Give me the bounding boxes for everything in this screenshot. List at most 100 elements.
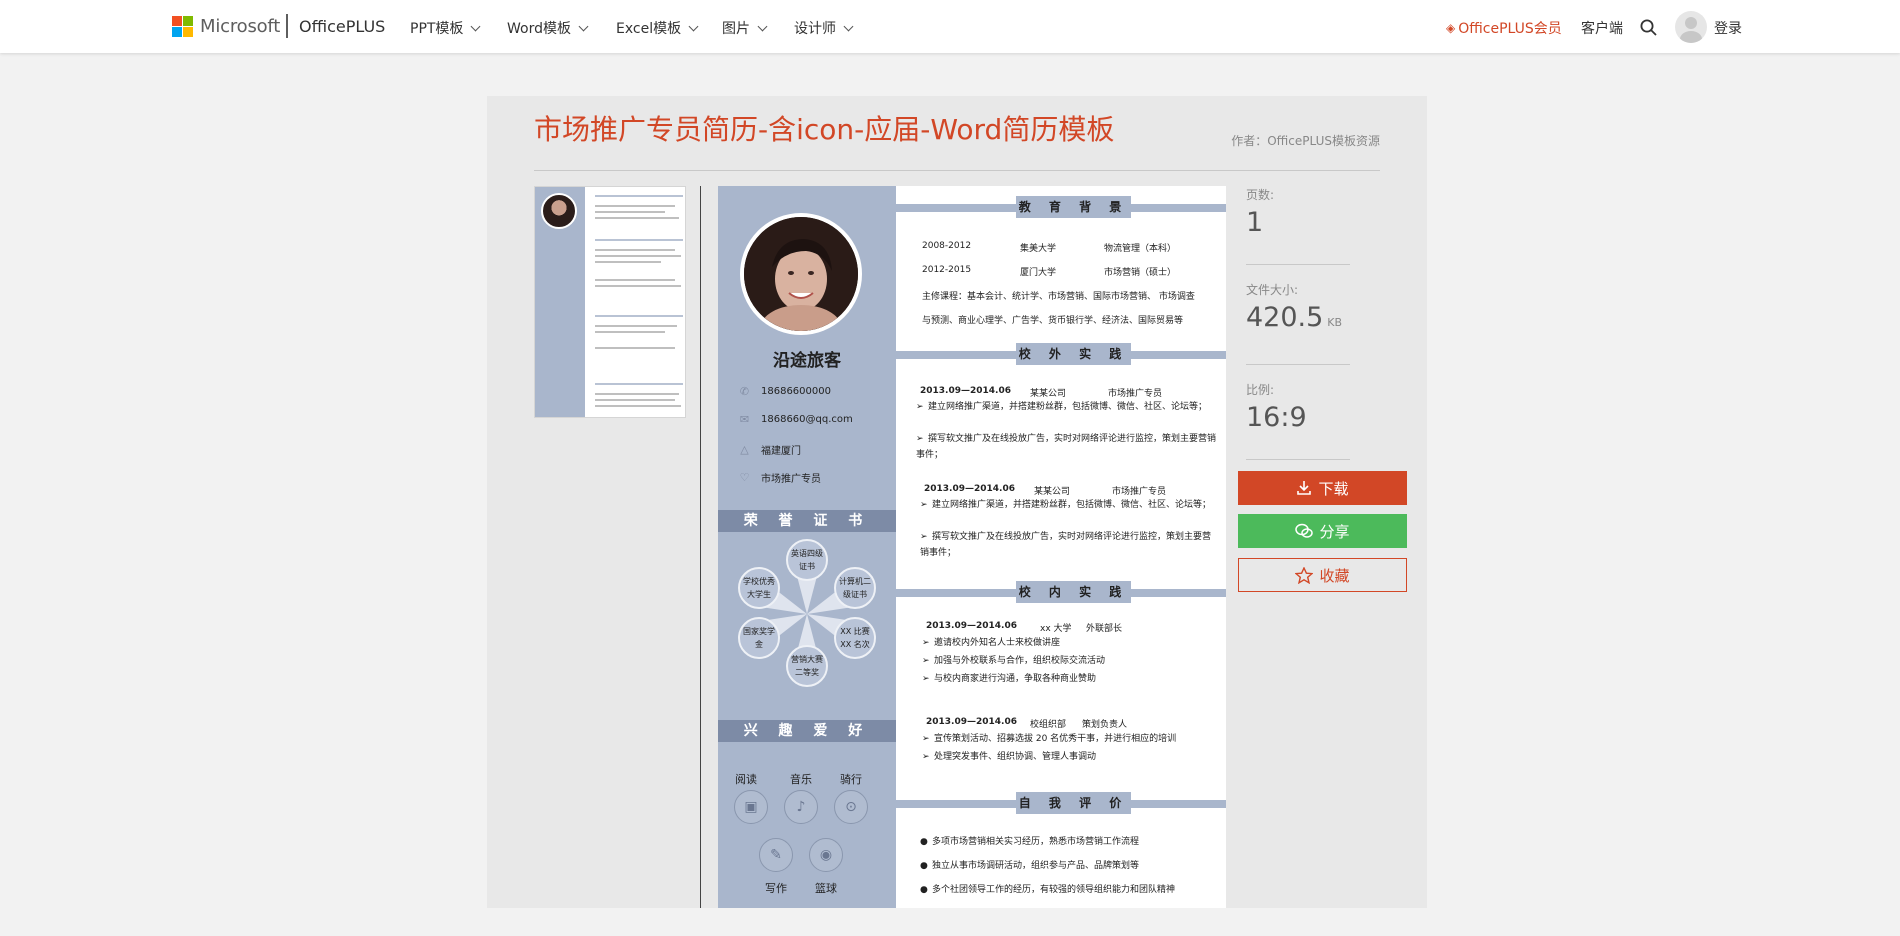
hobby-label: 篮球	[815, 882, 837, 895]
section-title: 校 内 实 践	[1016, 581, 1131, 603]
page-title: 市场推广专员简历-含icon-应届-Word简历模板	[534, 113, 1115, 146]
contact-text: 福建厦门	[761, 446, 801, 457]
nav-label: PPT模板	[410, 21, 464, 37]
honor-item: 学校优秀大学生	[738, 567, 780, 609]
contact-text: 18686600000	[761, 386, 831, 397]
brand-microsoft[interactable]: Microsoft	[200, 16, 280, 37]
contact-location: △ 福建厦门	[738, 442, 801, 457]
wechat-icon	[1295, 523, 1314, 538]
vip-membership-link[interactable]: ◈ OfficePLUS会员	[1446, 18, 1562, 38]
thumbnail-line	[595, 399, 675, 401]
edu-major: 市场营销（硕士）	[1104, 268, 1177, 278]
practice-item: ➢ 处理突发事件、组织协调、管理人事调动	[922, 752, 1097, 762]
practice-role: 外联部长	[1086, 624, 1123, 634]
login-link[interactable]: 登录	[1714, 18, 1742, 38]
file-size-value: 420.5	[1246, 302, 1324, 333]
file-size-unit: KB	[1327, 316, 1343, 329]
share-button[interactable]: 分享	[1238, 514, 1407, 548]
nav-images[interactable]: 图片	[722, 18, 768, 38]
nav-label: Word模板	[507, 21, 571, 37]
contact-text: 市场推广专员	[761, 474, 821, 485]
thumbnail-line	[595, 239, 683, 241]
hobby-label: 写作	[765, 882, 787, 895]
microsoft-logo[interactable]	[172, 16, 193, 37]
practice-org: xx 大学	[1040, 624, 1072, 634]
thumbnail-divider	[700, 186, 701, 908]
section-title: 校 外 实 践	[1016, 343, 1131, 365]
edu-school: 集美大学	[1020, 244, 1057, 254]
thumbnail-photo	[541, 193, 577, 229]
self-eval-item: ● 独立从事市场调研活动，组织参与产品、品牌策划等	[920, 861, 1140, 871]
thumbnail-line	[595, 261, 661, 263]
hobby-label: 音乐	[790, 773, 812, 786]
location-icon: △	[740, 443, 749, 456]
mail-icon: ✉	[739, 413, 750, 426]
favorite-button[interactable]: 收藏	[1238, 558, 1407, 592]
avatar[interactable]	[1675, 11, 1707, 43]
edu-major: 物流管理（本科）	[1104, 244, 1177, 254]
meta-divider	[1246, 459, 1350, 460]
thumbnail-line	[595, 383, 683, 385]
thumbnail-line	[595, 331, 665, 333]
self-eval-item: ● 多项市场营销相关实习经历，熟悉市场营销工作流程	[920, 837, 1140, 847]
nav-word-templates[interactable]: Word模板	[507, 18, 589, 38]
client-download-link[interactable]: 客户端	[1581, 18, 1623, 38]
honors-heading: 荣 誉 证 书	[718, 510, 896, 532]
share-label: 分享	[1319, 522, 1350, 541]
nav-excel-templates[interactable]: Excel模板	[616, 18, 699, 38]
ball-icon: ◉	[809, 838, 843, 872]
diamond-icon: ◈	[1446, 21, 1456, 35]
bike-icon: ⊙	[834, 790, 868, 824]
practice-period: 2013.09—2014.06	[924, 484, 1015, 494]
practice-item: ➢ 邀请校内外知名人士来校做讲座	[922, 638, 1061, 648]
search-icon[interactable]	[1640, 19, 1657, 36]
external-heading: 校 外 实 践	[896, 343, 1226, 365]
edu-school: 厦门大学	[1020, 268, 1057, 278]
practice-company: 某某公司	[1030, 389, 1067, 399]
practice-item: ➢ 加强与外校联系与合作，组织校际交流活动	[922, 656, 1106, 666]
contact-email: ✉ 1868660@qq.com	[738, 413, 853, 426]
nav-designers[interactable]: 设计师	[794, 18, 854, 38]
edu-courses: 主修课程：基本会计、统计学、市场营销、国际市场营销、 市场调查	[922, 292, 1195, 302]
practice-period: 2013.09—2014.06	[920, 386, 1011, 396]
honor-item: 营销大赛二等奖	[786, 645, 828, 687]
nav-ppt-templates[interactable]: PPT模板	[410, 18, 481, 38]
thumbnail-line	[595, 217, 679, 219]
section-title: 教 育 背 景	[1016, 196, 1131, 218]
education-heading: 教 育 背 景	[896, 196, 1226, 218]
pages-label: 页数:	[1246, 188, 1275, 202]
practice-period: 2013.09—2014.06	[926, 717, 1017, 727]
practice-period: 2013.09—2014.06	[926, 621, 1017, 631]
page-thumbnail[interactable]	[534, 186, 686, 418]
practice-item: ➢ 建立网络推广渠道，并搭建粉丝群，包括微博、微信、社区、论坛等；	[916, 402, 1208, 412]
resume-sidebar: 沿途旅客 ✆ 18686600000 ✉ 1868660@qq.com △ 福建…	[718, 186, 896, 908]
vip-label: OfficePLUS会员	[1458, 21, 1562, 37]
brand-officeplus[interactable]: OfficePLUS	[299, 17, 385, 36]
nav-label: 图片	[722, 21, 750, 37]
resume-preview: 沿途旅客 ✆ 18686600000 ✉ 1868660@qq.com △ 福建…	[718, 186, 1226, 908]
thumbnail-line	[595, 195, 683, 197]
portrait-image	[744, 217, 858, 331]
practice-org: 校组织部	[1030, 720, 1067, 730]
phone-icon: ✆	[739, 385, 750, 398]
download-button[interactable]: 下载	[1238, 471, 1407, 505]
hobbies-heading: 兴 趣 爱 好	[718, 720, 896, 742]
book-icon: ▣	[734, 790, 768, 824]
internal-heading: 校 内 实 践	[896, 581, 1226, 603]
resume-main-column: 教 育 背 景 2008-2012 集美大学 物流管理（本科） 2012-201…	[896, 186, 1226, 908]
author-label[interactable]: 作者：OfficePLUS模板资源	[1231, 132, 1380, 149]
pages-value: 1	[1246, 207, 1264, 238]
chevron-down-icon	[843, 21, 854, 31]
nav-label: Excel模板	[616, 21, 682, 37]
download-label: 下载	[1318, 479, 1349, 498]
top-nav-bar: Microsoft OfficePLUS PPT模板 Word模板 Excel模…	[0, 0, 1900, 53]
hobby-label: 骑行	[840, 773, 862, 786]
edu-courses: 与预测、商业心理学、广告学、货币银行学、经济法、国际贸易等	[922, 316, 1184, 326]
heart-icon: ♡	[739, 471, 750, 484]
ratio-value: 16:9	[1246, 402, 1307, 433]
thumbnail-line	[595, 325, 677, 327]
honor-item: 国家奖学金	[738, 617, 780, 659]
file-size: 420.5 KB	[1246, 302, 1342, 333]
honor-item: XX 比赛XX 名次	[834, 617, 876, 659]
star-icon	[1295, 566, 1314, 584]
